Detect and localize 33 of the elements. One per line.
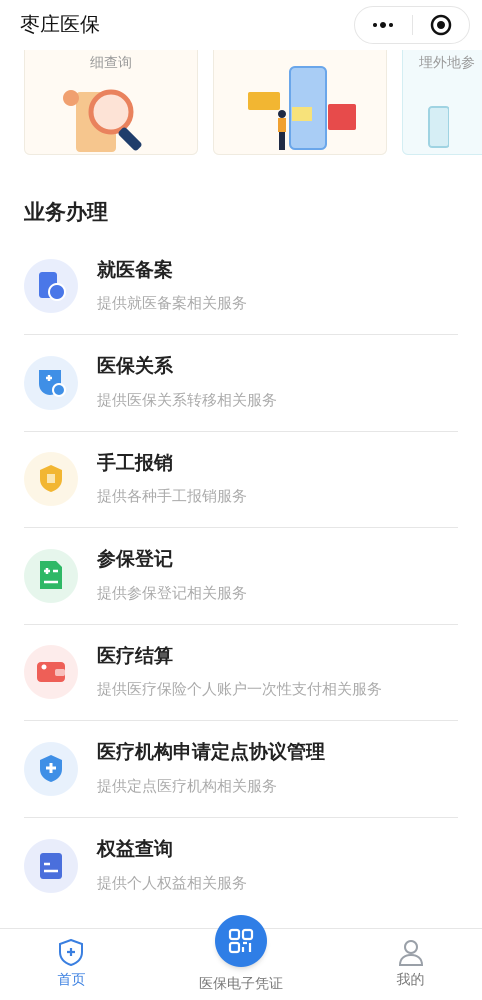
service-title: 权益查询: [97, 838, 174, 862]
service-description: 提供就医备案相关服务: [97, 294, 247, 314]
service-title: 医保关系: [97, 354, 174, 380]
service-description: 提供参保登记相关服务: [97, 584, 247, 604]
service-description: 提供定点医疗机构相关服务: [97, 776, 278, 797]
tab-item[interactable]: 首页: [56, 937, 86, 990]
service-item[interactable]: 医疗机构申请定点协议管理 提供定点医疗机构相关服务: [24, 721, 458, 818]
service-item[interactable]: 就医备案 提供就医备案相关服务: [24, 238, 458, 335]
service-title: 医疗机构申请定点协议管理: [97, 740, 325, 766]
qr-code-button[interactable]: [214, 915, 267, 967]
service-description: 提供各种手工报销服务: [97, 487, 247, 508]
card-caption: 埋外地参: [419, 53, 475, 72]
service-title: 医疗结算: [97, 644, 174, 669]
service-title: 就医备案: [97, 258, 174, 283]
app-title: 枣庄医保: [20, 13, 100, 38]
section-title: 业务办理: [24, 200, 109, 226]
target-icon: [430, 14, 452, 36]
service-item[interactable]: 手工报销 提供各种手工报销服务: [24, 432, 458, 528]
tab-item[interactable]: 我的: [396, 937, 426, 990]
service-title: 手工报销: [97, 452, 174, 476]
feature-card[interactable]: [213, 50, 387, 155]
service-item[interactable]: 医保关系 提供医保关系转移相关服务: [24, 335, 458, 432]
tab-item[interactable]: 医保电子凭证: [198, 915, 283, 994]
service-description: 提供个人权益相关服务: [97, 874, 247, 894]
more-icon: [371, 21, 396, 29]
service-description: 提供医疗保险个人账户一次性支付相关服务: [97, 680, 382, 700]
service-item[interactable]: 权益查询 提供个人权益相关服务: [24, 818, 458, 914]
service-description: 提供医保关系转移相关服务: [97, 390, 277, 411]
service-item[interactable]: 参保登记 提供参保登记相关服务: [24, 528, 458, 624]
card-caption: 细查询: [90, 53, 132, 72]
qr-code-icon: [228, 928, 254, 954]
service-title: 参保登记: [97, 548, 174, 572]
service-item[interactable]: 医疗结算 提供医疗保险个人账户一次性支付相关服务: [24, 624, 458, 721]
